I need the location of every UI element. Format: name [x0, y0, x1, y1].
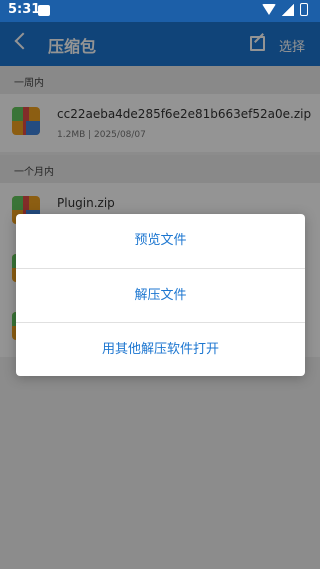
extract-file-button[interactable]: 解压文件 — [16, 269, 305, 323]
status-bar: 5:31 — [0, 0, 320, 22]
open-with-other-app-button[interactable]: 用其他解压软件打开 — [16, 323, 305, 377]
wifi-icon — [262, 4, 276, 15]
status-icons — [262, 3, 308, 16]
battery-icon — [300, 3, 308, 16]
signal-icon — [282, 3, 294, 16]
notification-icon — [38, 5, 50, 16]
status-time: 5:31 — [8, 2, 41, 17]
file-action-dialog: 预览文件 解压文件 用其他解压软件打开 — [16, 214, 305, 376]
preview-file-button[interactable]: 预览文件 — [16, 214, 305, 268]
